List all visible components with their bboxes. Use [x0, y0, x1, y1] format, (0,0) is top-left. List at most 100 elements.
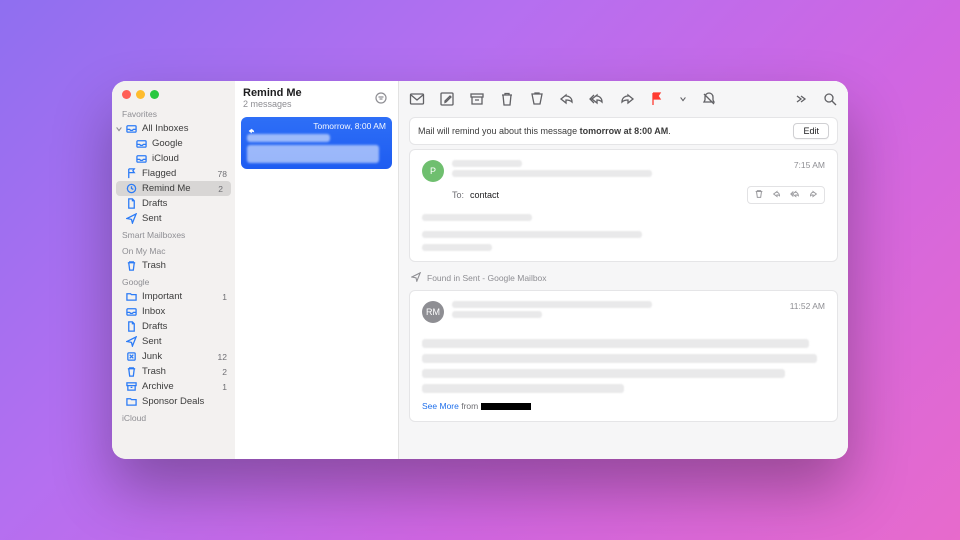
- archive-button[interactable]: [469, 91, 485, 107]
- sidebar-item-trash-google[interactable]: Trash 2: [112, 364, 235, 379]
- junk-button[interactable]: [529, 91, 545, 107]
- found-in-bar: Found in Sent - Google Mailbox: [409, 270, 838, 286]
- folder-icon: [126, 396, 137, 407]
- sidebar-item-archive[interactable]: Archive 1: [112, 379, 235, 394]
- message-card-1: P 7:15 AM To: contact: [409, 149, 838, 262]
- sidebar-item-remind-me[interactable]: Remind Me 2: [116, 181, 231, 196]
- inline-message-tools: [747, 186, 825, 204]
- sidebar-item-label: Drafts: [142, 198, 229, 209]
- zoom-window-button[interactable]: [150, 90, 159, 99]
- trash-icon: [126, 366, 137, 377]
- redacted-text: [422, 369, 785, 378]
- redacted-text: [422, 214, 532, 221]
- reply-indicator-icon: [247, 122, 255, 130]
- sidebar-item-label: Sent: [142, 213, 229, 224]
- message-card-2: RM 11:52 AM See More from: [409, 290, 838, 422]
- sidebar-item-count: 12: [218, 352, 229, 362]
- filter-button[interactable]: [372, 89, 390, 107]
- sidebar-item-label: All Inboxes: [142, 123, 229, 134]
- sidebar-item-sponsor-deals[interactable]: Sponsor Deals: [112, 394, 235, 409]
- mute-button[interactable]: [701, 91, 717, 107]
- sidebar-section-favorites: Favorites: [112, 105, 235, 121]
- chevron-down-icon: [115, 125, 123, 136]
- message-time: 11:52 AM: [790, 301, 825, 323]
- delete-button[interactable]: [499, 91, 515, 107]
- reply-all-button[interactable]: [589, 91, 605, 107]
- sidebar-item-label: Sponsor Deals: [142, 396, 229, 407]
- redacted-text: [452, 301, 652, 308]
- sidebar-item-sent[interactable]: Sent: [112, 211, 235, 226]
- sidebar-item-icloud[interactable]: iCloud: [112, 151, 235, 166]
- sidebar-item-drafts[interactable]: Drafts: [112, 196, 235, 211]
- sidebar-item-google[interactable]: Google: [112, 136, 235, 151]
- found-in-text: Found in Sent - Google Mailbox: [427, 273, 547, 283]
- sidebar-item-all-inboxes[interactable]: All Inboxes: [112, 121, 235, 136]
- doc-icon: [126, 198, 137, 209]
- see-more-link[interactable]: See More: [422, 401, 459, 411]
- compose-button[interactable]: [439, 91, 455, 107]
- sidebar-item-inbox-google[interactable]: Inbox: [112, 304, 235, 319]
- mailbox-subtitle: 2 messages: [243, 99, 372, 109]
- tray-icon: [126, 123, 137, 134]
- message-content-pane: Mail will remind you about this message …: [399, 81, 848, 459]
- sidebar-item-count: 78: [218, 169, 229, 179]
- more-button[interactable]: [792, 91, 808, 107]
- sidebar-item-label: Junk: [142, 351, 213, 362]
- sidebar-item-drafts-google[interactable]: Drafts: [112, 319, 235, 334]
- minimize-window-button[interactable]: [136, 90, 145, 99]
- mail-window: Favorites All Inboxes Google iCloud Flag…: [112, 81, 848, 459]
- archive-icon: [126, 381, 137, 392]
- to-label: To:: [452, 190, 464, 200]
- sidebar-section-onmymac: On My Mac: [112, 242, 235, 258]
- forward-icon[interactable]: [808, 189, 818, 201]
- forward-button[interactable]: [619, 91, 635, 107]
- plane-icon: [411, 272, 421, 284]
- sidebar-item-important[interactable]: Important 1: [112, 289, 235, 304]
- sidebar-item-count: 2: [222, 367, 229, 377]
- avatar: RM: [422, 301, 444, 323]
- message-list-item[interactable]: Tomorrow, 8:00 AM: [241, 117, 392, 169]
- message-remind-time: Tomorrow, 8:00 AM: [313, 121, 386, 131]
- sidebar-item-label: Google: [152, 138, 229, 149]
- junk-icon: [126, 351, 137, 362]
- search-button[interactable]: [822, 91, 838, 107]
- flag-button[interactable]: [649, 91, 665, 107]
- sidebar-item-sent-google[interactable]: Sent: [112, 334, 235, 349]
- avatar: P: [422, 160, 444, 182]
- sidebar-item-count: 2: [218, 184, 225, 194]
- edit-reminder-button[interactable]: Edit: [793, 123, 829, 139]
- mailbox-title: Remind Me: [243, 87, 372, 99]
- redacted-text: [422, 339, 809, 348]
- flag-menu-chevron-icon[interactable]: [679, 91, 687, 107]
- sidebar-item-label: Remind Me: [142, 183, 213, 194]
- redacted-text: [452, 160, 522, 167]
- sidebar-section-smart: Smart Mailboxes: [112, 226, 235, 242]
- redacted-text: [452, 170, 652, 177]
- sidebar-item-label: Important: [142, 291, 217, 302]
- redacted-text: [422, 244, 492, 251]
- sidebar-item-trash-local[interactable]: Trash: [112, 258, 235, 273]
- sidebar: Favorites All Inboxes Google iCloud Flag…: [112, 81, 235, 459]
- trash-icon[interactable]: [754, 189, 764, 201]
- flag-icon: [126, 168, 137, 179]
- redacted-text: [422, 231, 642, 238]
- envelope-icon[interactable]: [409, 91, 425, 107]
- plane-icon: [126, 213, 137, 224]
- sidebar-item-flagged[interactable]: Flagged 78: [112, 166, 235, 181]
- reply-button[interactable]: [559, 91, 575, 107]
- redacted-sender: [481, 403, 531, 410]
- redacted-text: [452, 311, 542, 318]
- sidebar-item-junk[interactable]: Junk 12: [112, 349, 235, 364]
- folder-icon: [126, 291, 137, 302]
- toolbar: [399, 81, 848, 117]
- trash-icon: [126, 260, 137, 271]
- tray-icon: [136, 138, 147, 149]
- reply-all-icon[interactable]: [790, 189, 800, 201]
- see-more-row: See More from: [422, 401, 825, 411]
- doc-icon: [126, 321, 137, 332]
- traffic-lights: [112, 81, 235, 105]
- reply-icon[interactable]: [772, 189, 782, 201]
- close-window-button[interactable]: [122, 90, 131, 99]
- sidebar-item-label: Drafts: [142, 321, 229, 332]
- redacted-text: [422, 354, 817, 363]
